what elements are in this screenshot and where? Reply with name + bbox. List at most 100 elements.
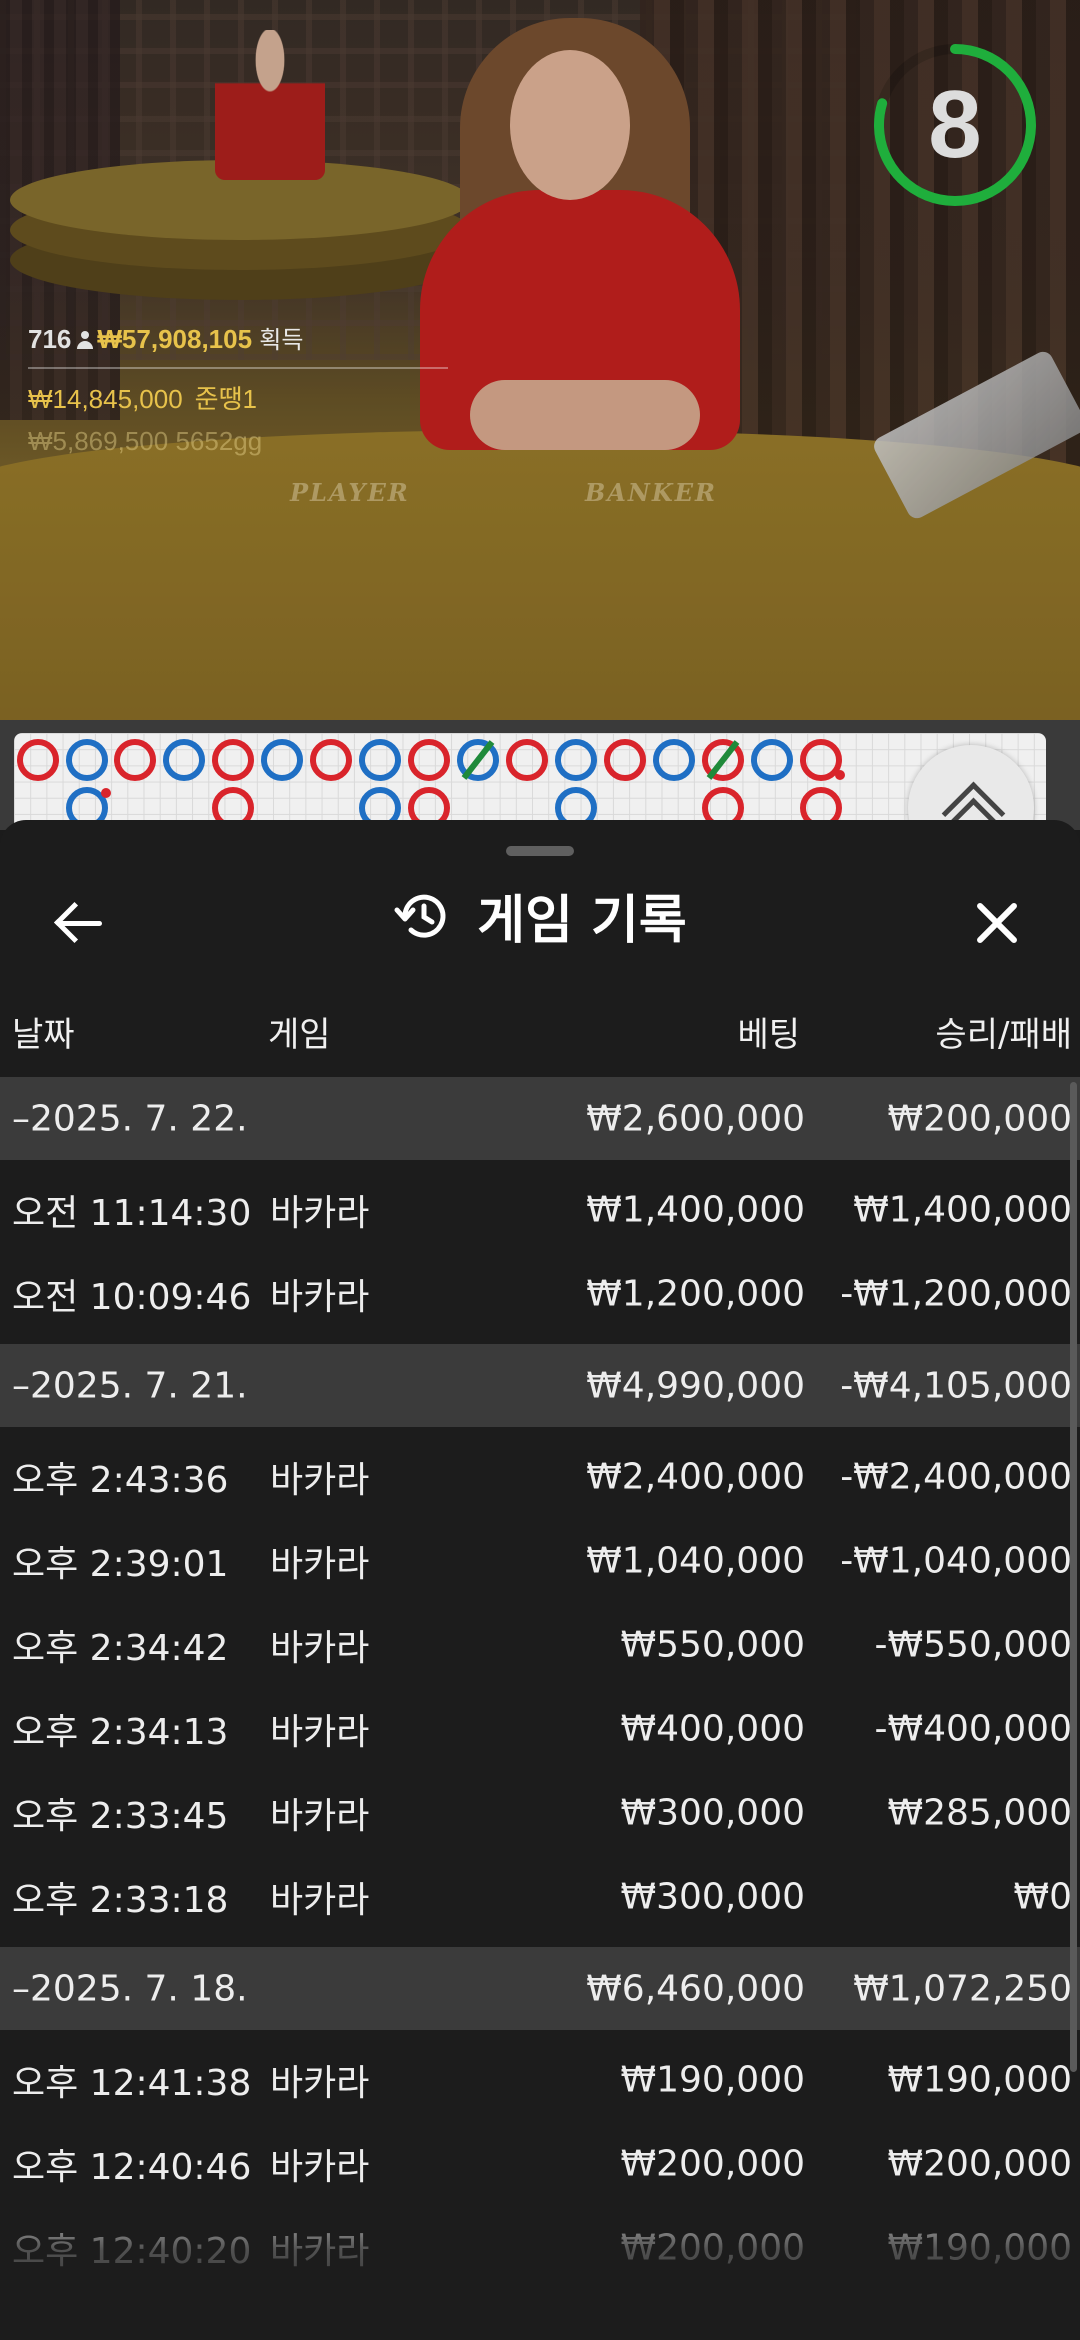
row-game: 바카라 bbox=[270, 1796, 370, 1837]
group-bet-total: ₩2,600,000 bbox=[586, 1098, 805, 1139]
history-icon bbox=[394, 894, 446, 938]
row-game: 바카라 bbox=[270, 1277, 370, 1318]
row-bet: ₩2,400,000 bbox=[586, 1456, 805, 1498]
column-result: 승리/패배 bbox=[935, 1015, 1072, 1055]
row-game: 바카라 bbox=[270, 1544, 370, 1585]
second-winner: ₩5,869,500 5652gg bbox=[28, 426, 448, 457]
row-result: -₩550,000 bbox=[874, 1624, 1072, 1666]
second-winner-name: 5652gg bbox=[175, 426, 263, 456]
group-result-total: -₩4,105,000 bbox=[840, 1365, 1072, 1406]
banker-bead bbox=[17, 739, 59, 781]
row-bet: ₩200,000 bbox=[620, 2143, 805, 2185]
divider bbox=[28, 367, 448, 369]
player-bead bbox=[261, 739, 303, 781]
player-bead bbox=[359, 739, 401, 781]
row-result: -₩1,040,000 bbox=[840, 1540, 1072, 1582]
top-winner: ₩14,845,000 준땡1 bbox=[28, 379, 448, 416]
player-bead bbox=[751, 739, 793, 781]
row-result: ₩190,000 bbox=[887, 2059, 1072, 2101]
history-row[interactable]: 오전 11:14:30 바카라 ₩1,400,000 ₩1,400,000 bbox=[0, 1168, 1080, 1252]
countdown-timer: 8 bbox=[870, 40, 1040, 210]
row-bet: ₩400,000 bbox=[620, 1708, 805, 1750]
row-game: 바카라 bbox=[270, 1628, 370, 1669]
row-time: 오전 11:14:30 bbox=[12, 1193, 252, 1234]
player-count: 716 bbox=[28, 324, 72, 354]
row-time: 오후 2:34:42 bbox=[12, 1628, 229, 1669]
history-row[interactable]: 오후 2:33:45 바카라 ₩300,000 ₩285,000 bbox=[0, 1771, 1080, 1855]
row-bet: ₩1,040,000 bbox=[586, 1540, 805, 1582]
total-win-amount: ₩57,908,105 bbox=[97, 324, 253, 354]
row-result: ₩200,000 bbox=[887, 2143, 1072, 2185]
banker-bead bbox=[408, 739, 450, 781]
live-video: PLAYER BANKER 8 716 ₩57,908,105 획득 ₩14,84… bbox=[0, 0, 1080, 720]
column-bet: 베팅 bbox=[737, 1015, 800, 1055]
top-winner-amount: ₩14,845,000 bbox=[28, 384, 183, 414]
history-row[interactable]: 오후 2:43:36 바카라 ₩2,400,000 -₩2,400,000 bbox=[0, 1435, 1080, 1519]
date-group-row[interactable]: –2025. 7. 22. ₩2,600,000 ₩200,000 bbox=[0, 1077, 1080, 1160]
row-game: 바카라 bbox=[270, 1880, 370, 1921]
player-bead bbox=[66, 739, 108, 781]
person-icon bbox=[77, 331, 94, 349]
drag-handle[interactable] bbox=[506, 846, 574, 856]
history-row[interactable]: 오후 12:41:38 바카라 ₩190,000 ₩190,000 bbox=[0, 2038, 1080, 2122]
player-bead bbox=[555, 739, 597, 781]
column-date: 날짜 bbox=[12, 1015, 75, 1055]
history-row[interactable]: 오후 2:33:18 바카라 ₩300,000 ₩0 bbox=[0, 1855, 1080, 1939]
row-time: 오후 2:43:36 bbox=[12, 1460, 229, 1501]
column-game: 게임 bbox=[268, 1015, 331, 1055]
row-bet: ₩300,000 bbox=[620, 1876, 805, 1918]
history-row[interactable]: 오후 2:34:42 바카라 ₩550,000 -₩550,000 bbox=[0, 1603, 1080, 1687]
pair-dot bbox=[101, 788, 111, 798]
row-game: 바카라 bbox=[270, 1712, 370, 1753]
row-game: 바카라 bbox=[270, 1193, 370, 1234]
row-time: 오후 12:40:46 bbox=[12, 2147, 252, 2188]
winners-panel: 716 ₩57,908,105 획득 ₩14,845,000 준땡1 ₩5,869,… bbox=[28, 320, 448, 457]
row-game: 바카라 bbox=[270, 1460, 370, 1501]
row-result: ₩285,000 bbox=[887, 1792, 1072, 1834]
scrollbar[interactable] bbox=[1070, 1082, 1077, 2072]
countdown-number: 8 bbox=[928, 71, 982, 178]
tie-bead bbox=[702, 739, 744, 781]
total-winnings: 716 ₩57,908,105 획득 bbox=[28, 320, 448, 355]
row-time: 오후 2:33:45 bbox=[12, 1796, 229, 1837]
player-bead bbox=[163, 739, 205, 781]
row-result: -₩2,400,000 bbox=[840, 1456, 1072, 1498]
row-result: -₩1,200,000 bbox=[840, 1273, 1072, 1315]
history-row[interactable]: 오후 2:39:01 바카라 ₩1,040,000 -₩1,040,000 bbox=[0, 1519, 1080, 1603]
date-group-row[interactable]: –2025. 7. 21. ₩4,990,000 -₩4,105,000 bbox=[0, 1344, 1080, 1427]
row-bet: ₩300,000 bbox=[620, 1792, 805, 1834]
history-row[interactable]: 오전 10:09:46 바카라 ₩1,200,000 -₩1,200,000 bbox=[0, 1252, 1080, 1336]
banker-bead bbox=[506, 739, 548, 781]
total-win-label: 획득 bbox=[259, 327, 304, 354]
banker-bead bbox=[212, 739, 254, 781]
row-time: 오후 2:34:13 bbox=[12, 1712, 229, 1753]
row-bet: ₩1,400,000 bbox=[586, 1189, 805, 1231]
table-header: 날짜 게임 베팅 승리/패배 bbox=[0, 995, 1080, 1065]
tie-bead bbox=[457, 739, 499, 781]
row-time: 오후 2:33:18 bbox=[12, 1880, 229, 1921]
row-result: ₩0 bbox=[1013, 1876, 1073, 1918]
row-time: 오후 12:41:38 bbox=[12, 2063, 252, 2104]
player-bead bbox=[653, 739, 695, 781]
pair-dot bbox=[835, 770, 845, 780]
close-button[interactable] bbox=[962, 888, 1032, 958]
history-list[interactable]: –2025. 7. 22. ₩2,600,000 ₩200,000 오전 11:14:… bbox=[0, 1077, 1080, 2298]
top-winner-name: 준땡1 bbox=[194, 384, 257, 414]
game-history-sheet: 게임 기록 날짜 게임 베팅 승리/패배 –2025. 7. 22. ₩2,600… bbox=[0, 820, 1080, 2340]
row-time: 오후 2:39:01 bbox=[12, 1544, 229, 1585]
row-bet: ₩1,200,000 bbox=[586, 1273, 805, 1315]
group-date: –2025. 7. 18. bbox=[12, 1968, 248, 2009]
banker-bead bbox=[604, 739, 646, 781]
row-game: 바카라 bbox=[270, 2147, 370, 2188]
group-result-total: ₩1,072,250 bbox=[853, 1968, 1072, 2009]
history-row[interactable]: 오후 2:34:13 바카라 ₩400,000 -₩400,000 bbox=[0, 1687, 1080, 1771]
group-bet-total: ₩6,460,000 bbox=[586, 1968, 805, 2009]
group-bet-total: ₩4,990,000 bbox=[586, 1365, 805, 1406]
row-result: ₩1,400,000 bbox=[853, 1189, 1072, 1231]
second-winner-amount: ₩5,869,500 bbox=[28, 426, 169, 456]
group-date: –2025. 7. 21. bbox=[12, 1365, 248, 1406]
group-date: –2025. 7. 22. bbox=[12, 1098, 248, 1139]
date-group-row[interactable]: –2025. 7. 18. ₩6,460,000 ₩1,072,250 bbox=[0, 1947, 1080, 2030]
banker-bead bbox=[114, 739, 156, 781]
row-time: 오전 10:09:46 bbox=[12, 1277, 252, 1318]
